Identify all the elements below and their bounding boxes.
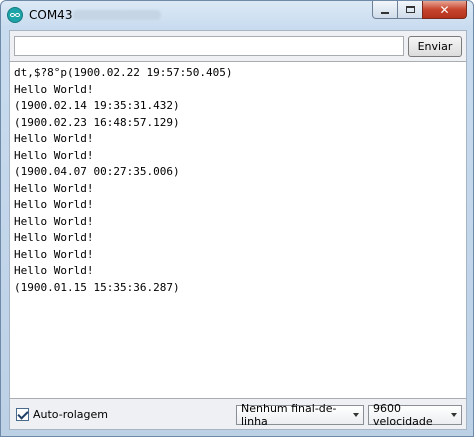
output-line: (1900.01.15 15:35:36.287) [14, 280, 180, 294]
output-line: Hello World! [14, 181, 94, 195]
close-button[interactable]: ✕ [422, 1, 467, 19]
autoscroll-checkbox[interactable] [16, 408, 29, 421]
output-line: (1900.04.07 00:27:35.006) [14, 165, 180, 178]
output-line: Hello World! [14, 264, 94, 277]
output-line: Hello World! [14, 214, 94, 228]
output-line: Hello World! [14, 132, 94, 145]
output-line: Hello World! [14, 82, 94, 96]
minimize-button[interactable] [372, 1, 398, 19]
output-line: (1900.02.14 19:35:31.432) [14, 99, 180, 112]
output-line: Hello World! [14, 198, 94, 211]
window-title: COM43 [29, 8, 73, 22]
chevron-down-icon [349, 406, 363, 424]
serial-monitor-window: COM43 ✕ Enviar dt,$?8°p(1900.02.22 19:57… [0, 0, 474, 437]
title-bar[interactable]: COM43 ✕ [1, 1, 473, 29]
baud-rate-select[interactable]: 9600 velocidade [368, 402, 462, 428]
output-line: Hello World! [14, 231, 94, 244]
maximize-button[interactable] [397, 1, 423, 19]
close-icon: ✕ [439, 2, 450, 17]
autoscroll-toggle[interactable]: Auto-rolagem [16, 408, 108, 421]
chevron-down-icon [447, 406, 461, 424]
serial-output[interactable]: dt,$?8°p(1900.02.22 19:57:50.405) Hello … [10, 61, 466, 399]
autoscroll-label: Auto-rolagem [33, 408, 108, 421]
output-line: dt,$?8°p(1900.02.22 19:57:50.405) [14, 66, 233, 79]
arduino-icon [7, 7, 23, 23]
output-line: Hello World! [14, 148, 94, 162]
maximize-icon [405, 6, 415, 13]
line-ending-select[interactable]: Nenhum final-de-linha [236, 402, 364, 428]
blurred-title-text [73, 10, 161, 20]
send-input[interactable] [14, 36, 404, 56]
send-button[interactable]: Enviar [408, 36, 462, 57]
output-line: Hello World! [14, 247, 94, 261]
client-area: Enviar dt,$?8°p(1900.02.22 19:57:50.405)… [9, 30, 467, 430]
line-ending-value: Nenhum final-de-linha [241, 402, 337, 428]
output-line: (1900.02.23 16:48:57.129) [14, 115, 180, 129]
minimize-icon [381, 11, 389, 14]
bottom-bar: Auto-rolagem Nenhum final-de-linha 9600 … [10, 399, 466, 429]
